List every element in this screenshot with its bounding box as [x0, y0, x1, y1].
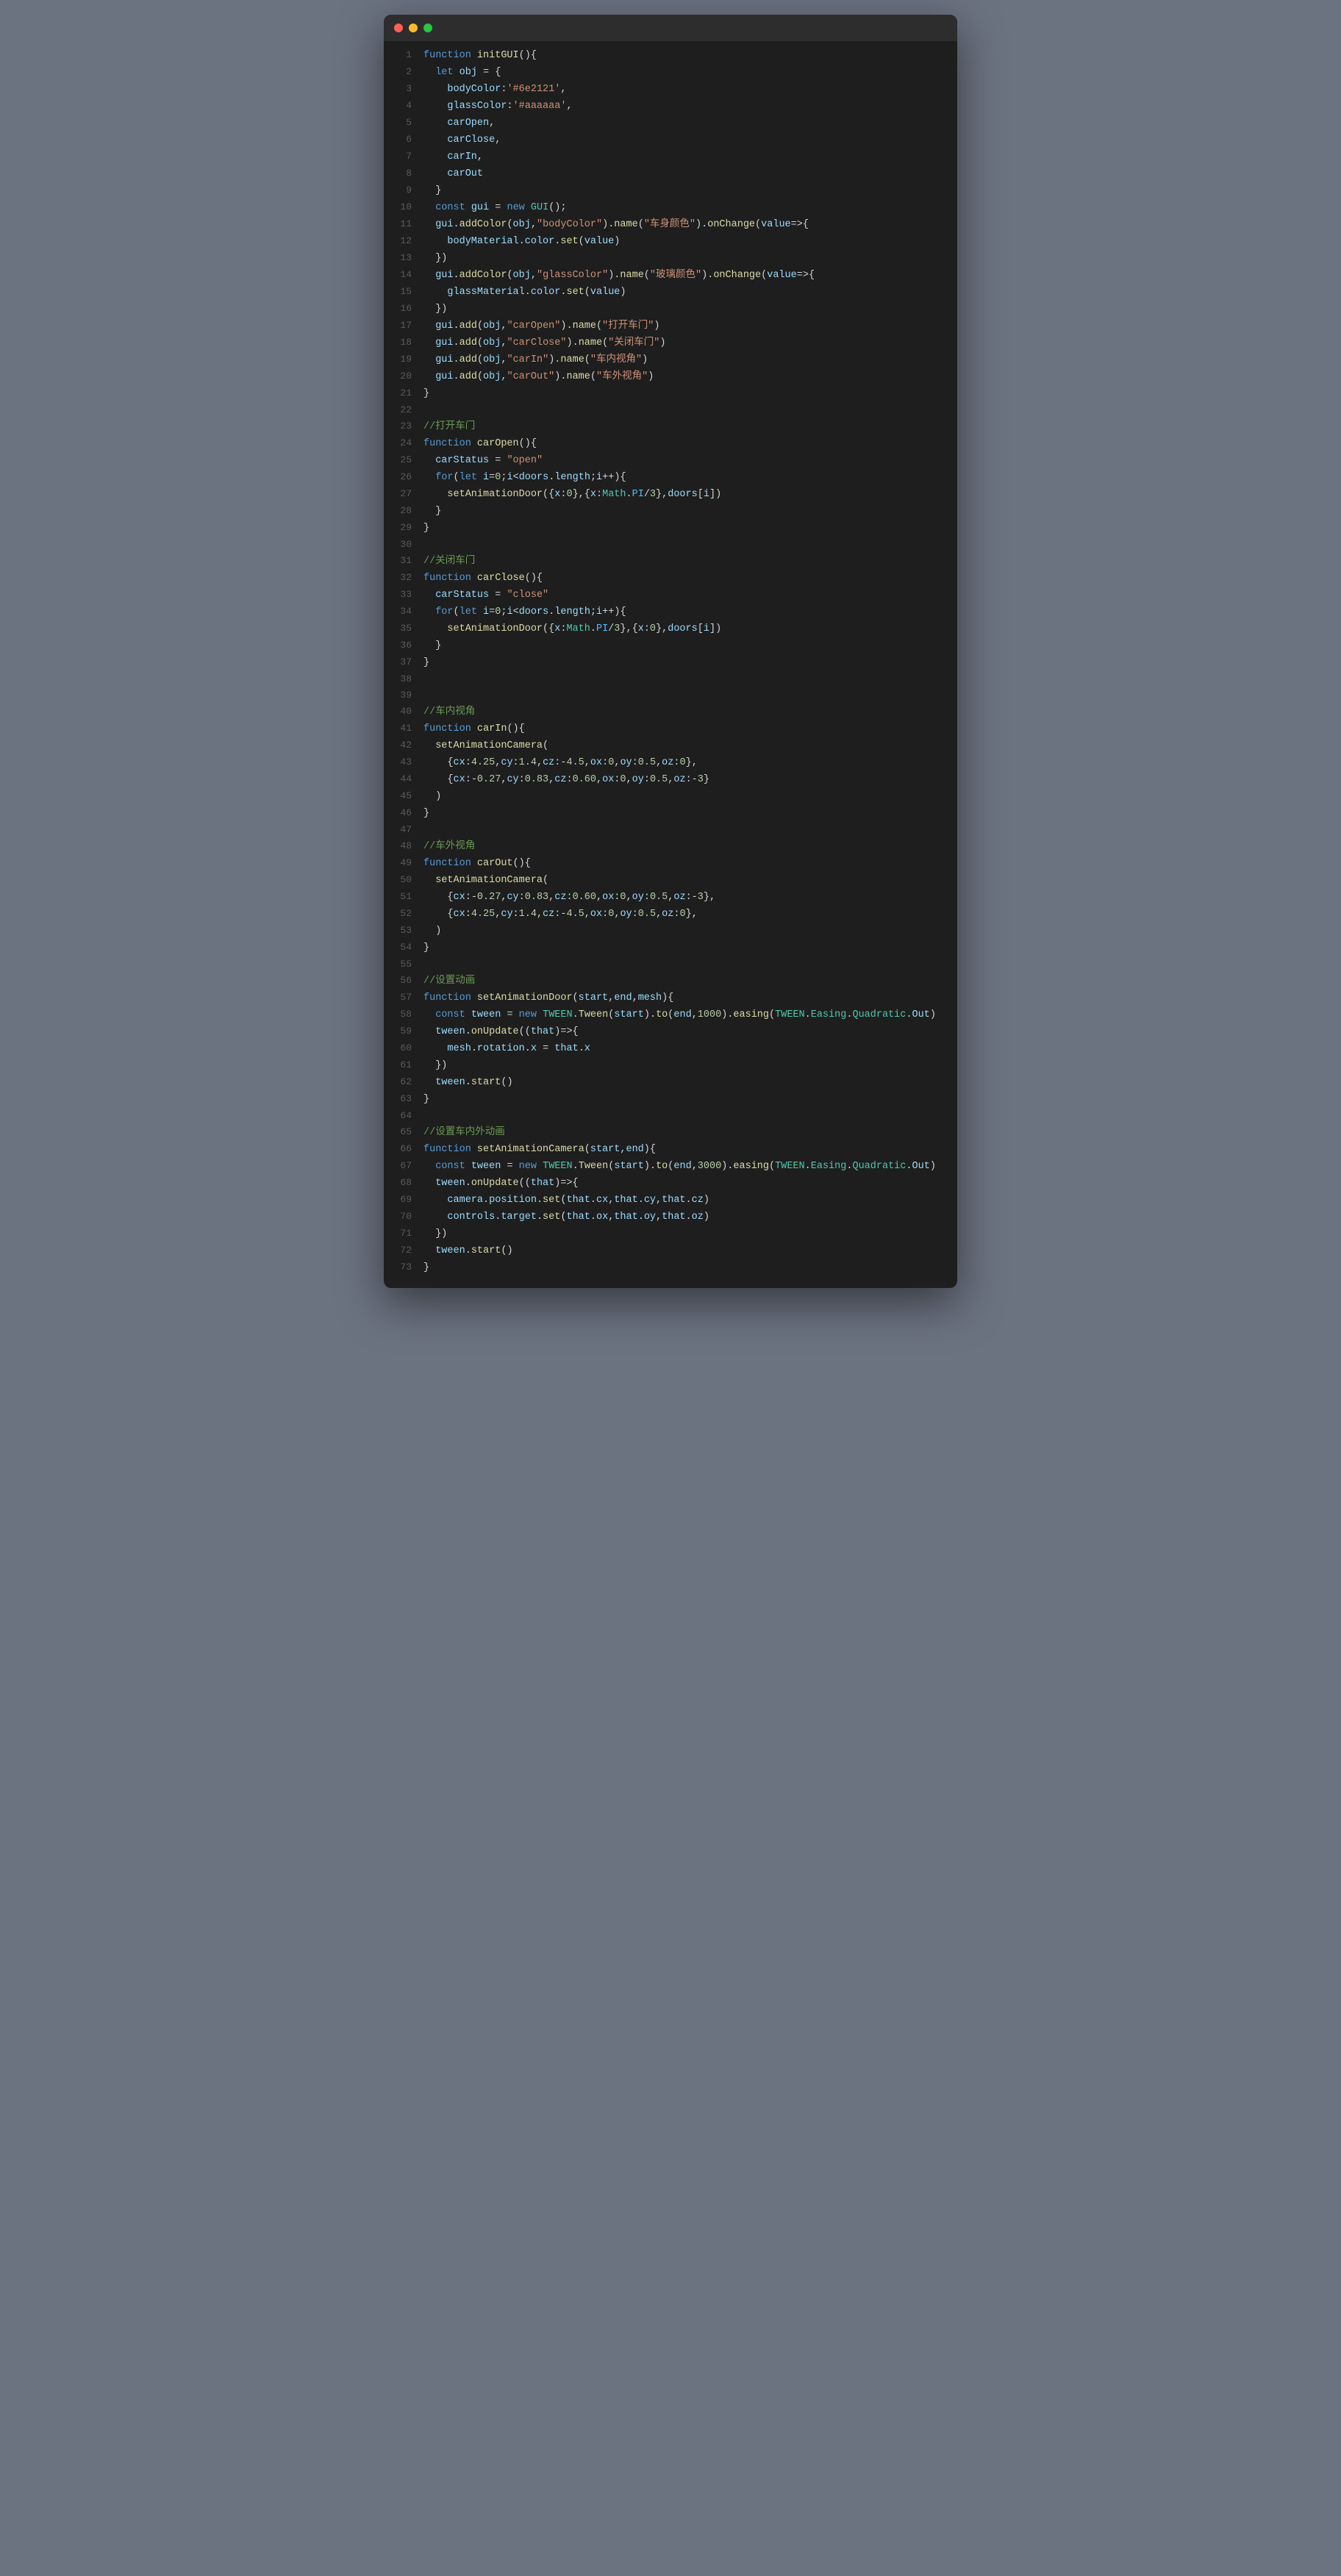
code-line: 28 }: [384, 503, 957, 520]
code-line: 25 carStatus = "open": [384, 452, 957, 469]
code-line: 58 const tween = new TWEEN.Tween(start).…: [384, 1006, 957, 1023]
code-line: 1function initGUI(){: [384, 47, 957, 64]
code-line: 17 gui.add(obj,"carOpen").name("打开车门"): [384, 318, 957, 334]
code-line: 21}: [384, 385, 957, 402]
code-line: 6 carClose,: [384, 132, 957, 149]
code-line: 26 for(let i=0;i<doors.length;i++){: [384, 469, 957, 486]
code-line: 18 gui.add(obj,"carClose").name("关闭车门"): [384, 334, 957, 351]
code-line: 29}: [384, 520, 957, 537]
code-line: 9 }: [384, 182, 957, 199]
code-line: 24function carOpen(){: [384, 435, 957, 452]
minimize-button[interactable]: [409, 24, 418, 32]
title-bar: [384, 15, 957, 41]
code-line: 15 glassMaterial.color.set(value): [384, 284, 957, 301]
code-area: 1function initGUI(){ 2 let obj = { 3 bod…: [384, 41, 957, 1288]
code-line: 5 carOpen,: [384, 115, 957, 132]
code-line: 66function setAnimationCamera(start,end)…: [384, 1141, 957, 1158]
code-line: 72 tween.start(): [384, 1242, 957, 1259]
code-line: 33 carStatus = "close": [384, 587, 957, 604]
code-line: 27 setAnimationDoor({x:0},{x:Math.PI/3},…: [384, 486, 957, 503]
code-line: 56//设置动画: [384, 973, 957, 990]
code-line: 31//关闭车门: [384, 553, 957, 570]
code-line: 71 }): [384, 1226, 957, 1242]
code-line: 16 }): [384, 301, 957, 318]
code-line: 30: [384, 537, 957, 553]
code-line: 35 setAnimationDoor({x:Math.PI/3},{x:0},…: [384, 620, 957, 637]
code-line: 12 bodyMaterial.color.set(value): [384, 233, 957, 250]
code-line: 4 glassColor:'#aaaaaa',: [384, 98, 957, 115]
code-line: 22: [384, 402, 957, 418]
code-line: 2 let obj = {: [384, 64, 957, 81]
code-line: 50 setAnimationCamera(: [384, 872, 957, 889]
code-line: 55: [384, 956, 957, 973]
code-line: 43 {cx:4.25,cy:1.4,cz:-4.5,ox:0,oy:0.5,o…: [384, 754, 957, 771]
code-line: 3 bodyColor:'#6e2121',: [384, 81, 957, 98]
code-line: 52 {cx:4.25,cy:1.4,cz:-4.5,ox:0,oy:0.5,o…: [384, 906, 957, 923]
code-line: 40//车内视角: [384, 704, 957, 720]
code-line: 62 tween.start(): [384, 1074, 957, 1091]
code-line: 63}: [384, 1091, 957, 1108]
code-editor-window: 1function initGUI(){ 2 let obj = { 3 bod…: [384, 15, 957, 1288]
code-line: 53 ): [384, 923, 957, 940]
code-line: 41function carIn(){: [384, 720, 957, 737]
code-line: 51 {cx:-0.27,cy:0.83,cz:0.60,ox:0,oy:0.5…: [384, 889, 957, 906]
code-line: 23//打开车门: [384, 418, 957, 435]
code-line: 70 controls.target.set(that.ox,that.oy,t…: [384, 1209, 957, 1226]
code-line: 49function carOut(){: [384, 855, 957, 872]
code-line: 38: [384, 671, 957, 687]
code-line: 60 mesh.rotation.x = that.x: [384, 1040, 957, 1057]
code-line: 54}: [384, 940, 957, 956]
code-line: 11 gui.addColor(obj,"bodyColor").name("车…: [384, 216, 957, 233]
code-line: 32function carClose(){: [384, 570, 957, 587]
code-line: 57function setAnimationDoor(start,end,me…: [384, 990, 957, 1006]
code-line: 20 gui.add(obj,"carOut").name("车外视角"): [384, 368, 957, 385]
code-line: 7 carIn,: [384, 149, 957, 165]
code-line: 8 carOut: [384, 165, 957, 182]
code-line: 34 for(let i=0;i<doors.length;i++){: [384, 604, 957, 620]
code-line: 59 tween.onUpdate((that)=>{: [384, 1023, 957, 1040]
code-line: 45 ): [384, 788, 957, 805]
code-line: 65//设置车内外动画: [384, 1124, 957, 1141]
code-line: 42 setAnimationCamera(: [384, 737, 957, 754]
close-button[interactable]: [394, 24, 403, 32]
code-line: 73}: [384, 1259, 957, 1276]
code-line: 46}: [384, 805, 957, 822]
code-line: 36 }: [384, 637, 957, 654]
code-line: 68 tween.onUpdate((that)=>{: [384, 1175, 957, 1192]
code-line: 39: [384, 687, 957, 704]
code-line: 61 }): [384, 1057, 957, 1074]
code-line: 10 const gui = new GUI();: [384, 199, 957, 216]
code-line: 69 camera.position.set(that.cx,that.cy,t…: [384, 1192, 957, 1209]
code-line: 47: [384, 822, 957, 838]
code-line: 64: [384, 1108, 957, 1124]
maximize-button[interactable]: [423, 24, 432, 32]
code-line: 37}: [384, 654, 957, 671]
code-line: 44 {cx:-0.27,cy:0.83,cz:0.60,ox:0,oy:0.5…: [384, 771, 957, 788]
code-line: 67 const tween = new TWEEN.Tween(start).…: [384, 1158, 957, 1175]
code-line: 14 gui.addColor(obj,"glassColor").name("…: [384, 267, 957, 284]
code-line: 19 gui.add(obj,"carIn").name("车内视角"): [384, 351, 957, 368]
code-line: 13 }): [384, 250, 957, 267]
code-line: 48//车外视角: [384, 838, 957, 855]
